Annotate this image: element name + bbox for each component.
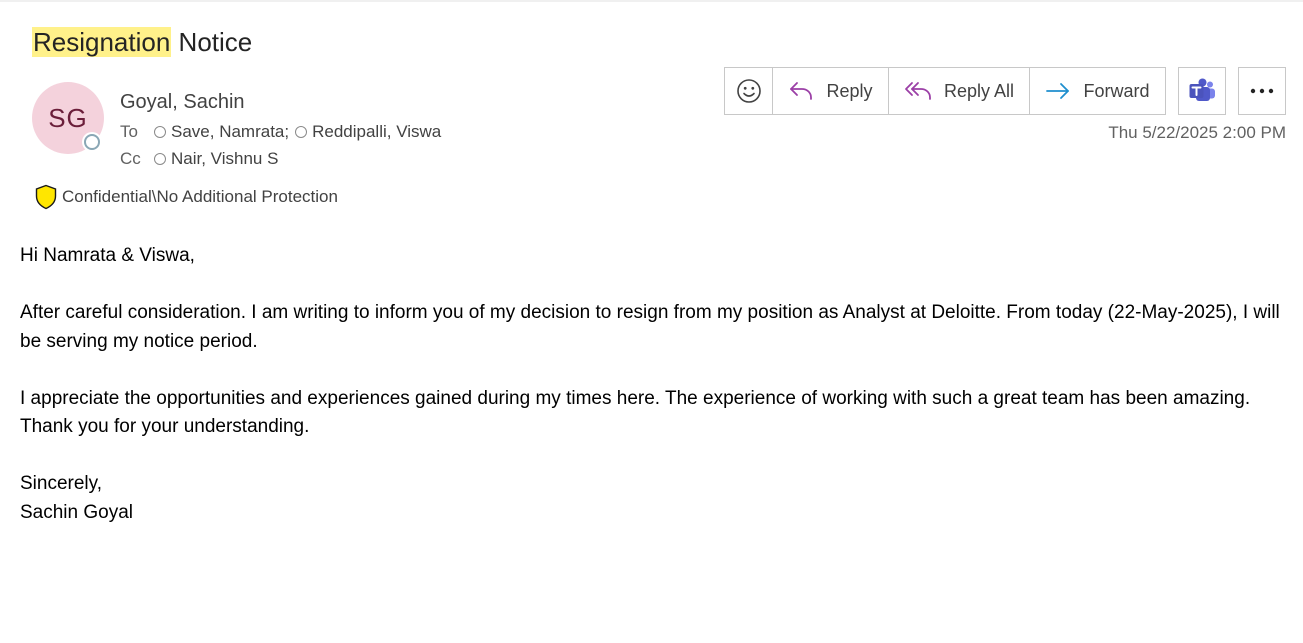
to-label: To bbox=[120, 122, 138, 141]
reaction-button[interactable] bbox=[725, 68, 773, 114]
recipient-name: Save, Namrata; bbox=[171, 122, 290, 141]
subject-rest: Notice bbox=[171, 27, 253, 57]
more-icon bbox=[1250, 88, 1274, 94]
reply-all-icon bbox=[905, 82, 931, 100]
recipient-to-1[interactable]: Save, Namrata; bbox=[154, 122, 289, 142]
recipient-to-2[interactable]: Reddipalli, Viswa bbox=[295, 122, 441, 142]
body-signature: Sachin Goyal bbox=[20, 501, 134, 523]
recipient-name: Reddipalli, Viswa bbox=[312, 122, 442, 141]
forward-icon bbox=[1046, 83, 1070, 99]
presence-icon bbox=[154, 153, 166, 165]
teams-chat-button[interactable] bbox=[1178, 67, 1226, 115]
reply-all-button[interactable]: Reply All bbox=[889, 68, 1030, 114]
subject-highlight: Resignation bbox=[32, 27, 172, 57]
sensitivity-label[interactable]: Confidential\No Additional Protection bbox=[34, 184, 338, 210]
avatar-initials: SG bbox=[48, 102, 88, 133]
teams-icon bbox=[1189, 78, 1215, 101]
cc-label: Cc bbox=[120, 149, 141, 168]
forward-button[interactable]: Forward bbox=[1030, 68, 1165, 114]
recipient-name: Nair, Vishnu S bbox=[171, 149, 279, 168]
reply-button[interactable]: Reply bbox=[773, 68, 889, 114]
message-actions-toolbar: Reply Reply All Forward bbox=[724, 67, 1166, 115]
to-row: To Save, Namrata; Reddipalli, Viswa bbox=[120, 122, 447, 142]
presence-icon bbox=[154, 126, 166, 138]
body-paragraph-2-line-1: I appreciate the opportunities and exper… bbox=[20, 387, 1251, 409]
email-body: Hi Namrata & Viswa, After careful consid… bbox=[20, 242, 1285, 527]
email-reading-pane: Resignation Notice SG Goyal, Sachin To S… bbox=[0, 0, 1303, 643]
reply-all-label: Reply All bbox=[943, 80, 1015, 101]
email-subject: Resignation Notice bbox=[32, 24, 252, 60]
cc-row: Cc Nair, Vishnu S bbox=[120, 149, 284, 169]
presence-icon bbox=[295, 126, 308, 138]
body-paragraph-1: After careful consideration. I am writin… bbox=[20, 302, 1280, 352]
sent-datetime: Thu 5/22/2025 2:00 PM bbox=[1108, 123, 1286, 142]
forward-label: Forward bbox=[1083, 80, 1150, 101]
reply-label: Reply bbox=[826, 80, 873, 101]
sender-name[interactable]: Goyal, Sachin bbox=[120, 91, 245, 114]
shield-icon bbox=[35, 184, 57, 210]
body-greeting: Hi Namrata & Viswa, bbox=[20, 245, 195, 266]
sensitivity-text: Confidential\No Additional Protection bbox=[62, 187, 338, 206]
more-actions-button[interactable] bbox=[1238, 67, 1286, 115]
top-divider bbox=[0, 0, 1303, 2]
emoji-icon bbox=[736, 79, 761, 103]
reply-icon bbox=[790, 82, 813, 100]
body-closing: Sincerely, bbox=[20, 473, 103, 494]
recipient-cc-1[interactable]: Nair, Vishnu S bbox=[154, 149, 278, 169]
presence-status-icon bbox=[84, 134, 100, 150]
body-paragraph-2-line-2: Thank you for your understanding. bbox=[20, 416, 310, 437]
